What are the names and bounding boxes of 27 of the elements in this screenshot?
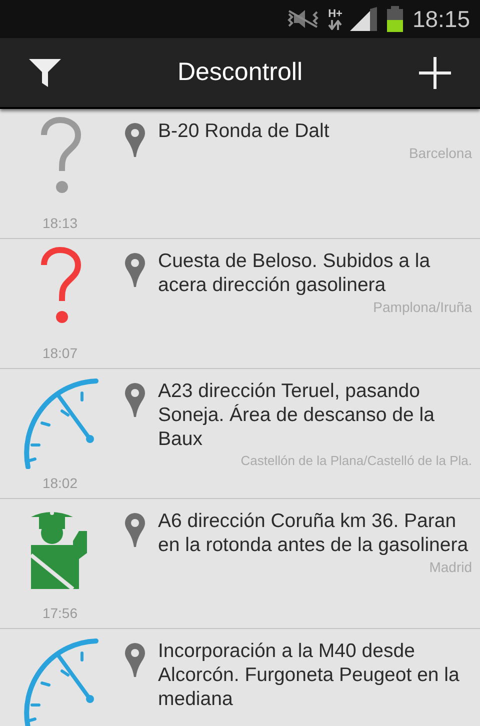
report-time: 17:56 [42, 606, 78, 620]
report-description: A6 dirección Coruña km 36. Paran en la rotonda antes de la gasolinera [158, 509, 470, 557]
data-arrows-icon [328, 20, 342, 30]
battery-icon [386, 6, 404, 32]
filter-icon [29, 58, 61, 86]
location-pin-icon [124, 383, 146, 417]
report-city: Pamplona/Iruña [372, 298, 473, 317]
report-description: B-20 Ronda de Dalt [158, 119, 330, 143]
report-time: 18:07 [42, 346, 78, 360]
report-description: Incorporación a la M40 desde Alcorcón. Furgoneta Peugeot en la mediana [158, 639, 460, 711]
report-time: 18:13 [42, 216, 78, 230]
location-pin-icon [124, 643, 146, 677]
report-description: Cuesta de Beloso. Subidos a la acera dirección gasolinera [158, 249, 432, 297]
report-description: A23 dirección Teruel, pasando Soneja. Área de descanso de la Baux [158, 379, 436, 451]
location-pin-icon [124, 253, 146, 287]
signal-icon [350, 7, 378, 31]
location-pin-icon [124, 123, 146, 157]
clock-time: 18:15 [412, 4, 470, 34]
report-city: Castellón de la Plana/Castelló de la Pla. [240, 452, 473, 470]
report-city: Barcelona [408, 144, 473, 163]
report-city: Madrid [428, 558, 473, 577]
location-pin-icon [124, 513, 146, 547]
app-title: Descontroll [177, 56, 303, 88]
network-type-label: H+ [328, 8, 342, 20]
add-icon [419, 56, 451, 88]
mute-icon [286, 8, 320, 30]
report-time: 18:02 [42, 476, 78, 490]
